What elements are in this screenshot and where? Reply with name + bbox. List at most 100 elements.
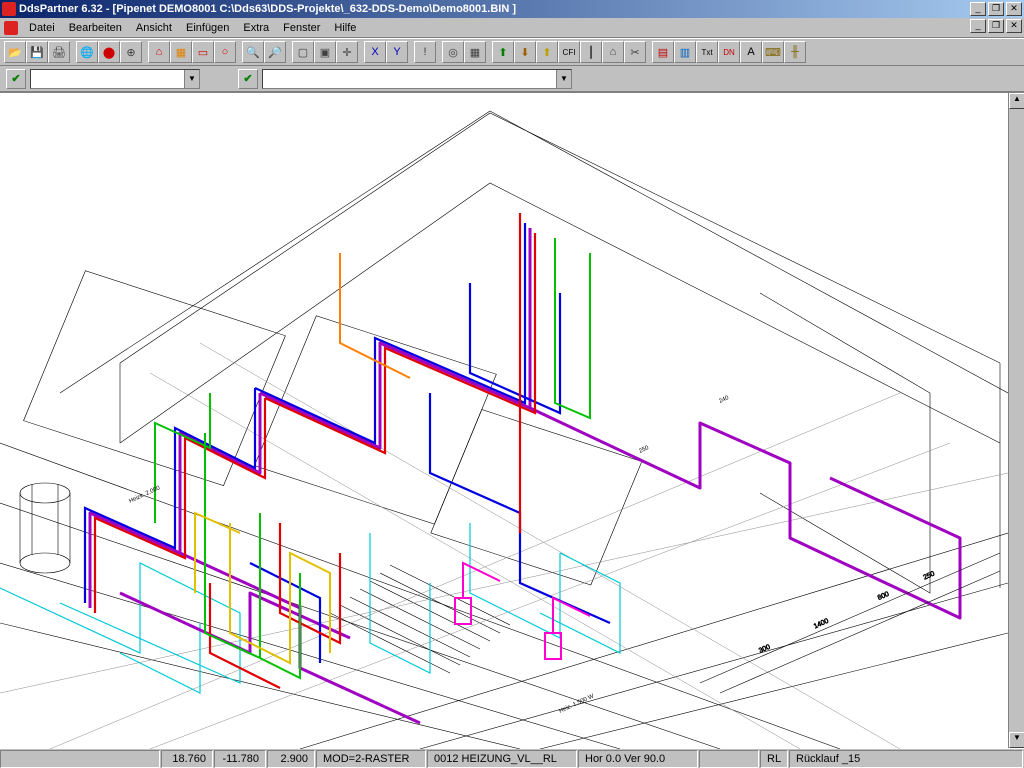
y-axis-button[interactable]: Y [386,41,408,63]
font-button[interactable]: A [740,41,762,63]
menu-einfügen[interactable]: Einfügen [179,20,236,36]
house-red-icon: ⌂ [156,46,163,58]
status-z: 2.900 [267,750,315,768]
scroll-up-button[interactable]: ▲ [1009,93,1024,109]
menu-extra[interactable]: Extra [236,20,276,36]
box-red-button[interactable]: ▭ [192,41,214,63]
child-minimize-button[interactable]: _ [970,19,986,33]
pipe-button[interactable]: ┃ [580,41,602,63]
circle-red-button[interactable]: ○ [214,41,236,63]
svg-text:250: 250 [638,445,650,455]
house2-icon: ⌂ [610,46,617,58]
arrow-up-y-icon: ⬆ [542,46,551,59]
y-axis-icon: Y [393,46,400,58]
spacing-button[interactable]: ╫ [784,41,806,63]
combo-2[interactable]: ▼ [262,69,572,89]
box-open-button[interactable]: ▣ [314,41,336,63]
cut-button[interactable]: ✂ [624,41,646,63]
menu-fenster[interactable]: Fenster [276,20,327,36]
confirm-button-1[interactable]: ✔ [6,69,26,89]
doc-icon[interactable] [4,21,18,35]
save-button[interactable]: 💾 [26,41,48,63]
keyboard-icon: ⌨ [765,46,781,59]
status-view: Hor 0.0 Ver 90.0 [578,750,698,768]
house2-button[interactable]: ⌂ [602,41,624,63]
globe-button[interactable]: 🌐 [76,41,98,63]
save-icon: 💾 [30,46,44,59]
panel1-icon: ▤ [658,46,668,59]
dropdown-icon[interactable]: ▼ [556,70,571,88]
svg-text:800: 800 [877,591,891,602]
drawing-canvas[interactable]: 3001400800250 Heizk. 2.000 250 240 Heiz.… [0,92,1024,748]
circle-red-icon: ○ [222,46,229,58]
vertical-scrollbar[interactable]: ▲ ▼ [1008,93,1024,748]
target2-button[interactable]: ◎ [442,41,464,63]
status-pipe-name: Rücklauf _15 [789,750,1023,768]
window-title: DdsPartner 6.32 - [Pipenet DEMO8001 C:\D… [19,3,968,15]
status-y: -11.780 [214,750,266,768]
txt-icon: Txt [701,48,712,57]
grid-orange-icon: ▦ [176,46,186,59]
target-button[interactable]: ⊕ [120,41,142,63]
menu-bar: DateiBearbeitenAnsichtEinfügenExtraFenst… [0,18,1024,38]
panel2-icon: ▥ [680,46,690,59]
status-x: 18.760 [161,750,213,768]
dropdown-icon[interactable]: ▼ [184,70,199,88]
arrow-dn-button[interactable]: ⬇ [514,41,536,63]
globe-icon: 🌐 [80,46,94,59]
main-toolbar: 📂 💾 🖨 🌐 ⬤⊕ ⌂ ▦ ▭ ○ 🔍 🔎 ▢ ▣ ✛ XY! ◎ ▦ ⬆ ⬇ ⬆ CFI ┃ ⌂ ✂ ▤ ▥ Txt DN A⌨╫ [0,38,1024,66]
keyboard-button[interactable]: ⌨ [762,41,784,63]
render-button[interactable]: ▦ [464,41,486,63]
close-button[interactable]: ✕ [1006,2,1022,16]
status-blank [0,750,160,768]
dn-button[interactable]: DN [718,41,740,63]
cfi-button[interactable]: CFI [558,41,580,63]
txt-button[interactable]: Txt [696,41,718,63]
arrow-up-g-icon: ⬆ [498,46,507,59]
red-sphere-button[interactable]: ⬤ [98,41,120,63]
dn-icon: DN [723,48,735,57]
cfi-icon: CFI [563,48,576,57]
maximize-button[interactable]: ❐ [988,2,1004,16]
status-layer: 0012 HEIZUNG_VL__RL [427,750,577,768]
combo-1[interactable]: ▼ [30,69,200,89]
confirm-button-2[interactable]: ✔ [238,69,258,89]
box-open-icon: ▣ [320,46,330,59]
svg-text:250: 250 [922,570,936,581]
minimize-button[interactable]: _ [970,2,986,16]
pipe-icon: ┃ [588,46,595,59]
open-icon: 📂 [8,46,22,59]
render-icon: ▦ [470,46,480,59]
target2-icon: ◎ [448,46,458,59]
open-button[interactable]: 📂 [4,41,26,63]
panel1-button[interactable]: ▤ [652,41,674,63]
zoom-plus-button[interactable]: 🔍 [242,41,264,63]
child-close-button[interactable]: ✕ [1006,19,1022,33]
menu-hilfe[interactable]: Hilfe [327,20,363,36]
light-button[interactable]: ! [414,41,436,63]
house-red-button[interactable]: ⌂ [148,41,170,63]
menu-bearbeiten[interactable]: Bearbeiten [62,20,129,36]
svg-text:Heizk. 2.000: Heizk. 2.000 [128,485,161,505]
zoom-minus-icon: 🔎 [268,46,282,59]
arrow-up-g-button[interactable]: ⬆ [492,41,514,63]
cross-button[interactable]: ✛ [336,41,358,63]
selector-bar: ✔ ▼ ✔ ▼ [0,66,1024,92]
status-gap [699,750,759,768]
svg-text:Heiz. 1.500 W: Heiz. 1.500 W [558,693,595,715]
print-icon: 🖨 [52,46,66,59]
child-restore-button[interactable]: ❐ [988,19,1004,33]
menu-datei[interactable]: Datei [22,20,62,36]
box-yellow-button[interactable]: ▢ [292,41,314,63]
menu-ansicht[interactable]: Ansicht [129,20,179,36]
light-icon: ! [423,46,426,58]
scroll-down-button[interactable]: ▼ [1009,732,1024,748]
print-button[interactable]: 🖨 [48,41,70,63]
grid-orange-button[interactable]: ▦ [170,41,192,63]
status-pipe-code: RL [760,750,788,768]
zoom-minus-button[interactable]: 🔎 [264,41,286,63]
arrow-up-y-button[interactable]: ⬆ [536,41,558,63]
x-axis-button[interactable]: X [364,41,386,63]
cross-icon: ✛ [342,46,351,59]
panel2-button[interactable]: ▥ [674,41,696,63]
